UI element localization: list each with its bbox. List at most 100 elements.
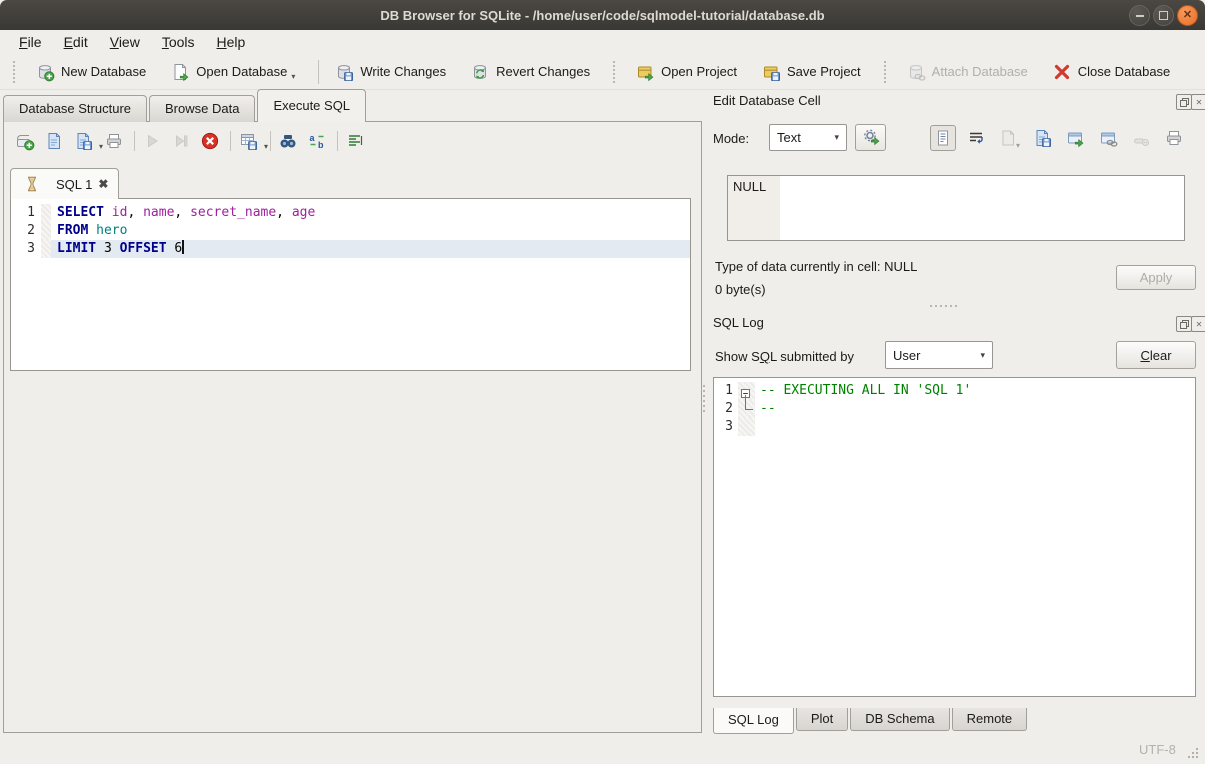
- import-data-icon[interactable]: ▾: [996, 125, 1022, 151]
- close-button[interactable]: ✕: [1177, 5, 1198, 26]
- cell-editor-area[interactable]: NULL: [727, 175, 1185, 241]
- sql-editor[interactable]: 1SELECT id, name, secret_name, age2FROM …: [10, 198, 691, 371]
- attach-database-button[interactable]: Attach Database: [898, 58, 1036, 86]
- line-number: 2: [714, 400, 738, 418]
- toolbar-drag-handle[interactable]: [884, 61, 891, 83]
- close-database-button[interactable]: Close Database: [1044, 58, 1179, 86]
- save-project-button[interactable]: Save Project: [753, 58, 869, 86]
- dock-splitter-handle[interactable]: [930, 305, 957, 307]
- cell-type-info: Type of data currently in cell: NULL: [715, 259, 917, 274]
- svg-text:a: a: [310, 133, 316, 143]
- code-text: LIMIT 3 OFFSET 6: [51, 240, 690, 258]
- chevron-down-icon[interactable]: ▾: [291, 72, 295, 82]
- close-database-label: Close Database: [1078, 64, 1171, 79]
- maximize-icon: [1159, 11, 1168, 20]
- menu-help[interactable]: Help: [206, 32, 257, 52]
- tab-browse-data[interactable]: Browse Data: [149, 95, 255, 122]
- attach-database-icon: [906, 62, 926, 82]
- execute-current-line-icon[interactable]: [170, 130, 192, 152]
- float-dock-icon[interactable]: [1176, 94, 1192, 110]
- text-mode-icon[interactable]: [930, 125, 956, 151]
- resize-grip[interactable]: [1186, 746, 1200, 760]
- log-filter-select[interactable]: User ▾: [885, 341, 993, 369]
- line-number: 1: [714, 382, 738, 400]
- sql-editor-tab[interactable]: SQL 1 ✖: [10, 168, 119, 199]
- save-project-label: Save Project: [787, 64, 861, 79]
- set-null-icon[interactable]: [1128, 125, 1154, 151]
- close-dock-icon[interactable]: ✕: [1191, 94, 1205, 110]
- revert-changes-label: Revert Changes: [496, 64, 590, 79]
- menu-edit[interactable]: Edit: [53, 32, 99, 52]
- open-project-label: Open Project: [661, 64, 737, 79]
- new-sql-tab-icon[interactable]: [14, 130, 36, 152]
- code-line: 3 LIMIT 3 OFFSET 6: [11, 240, 690, 258]
- cell-edit-field[interactable]: [780, 176, 1184, 240]
- save-results-icon[interactable]: [237, 130, 259, 152]
- execute-all-icon[interactable]: [141, 130, 163, 152]
- save-sql-file-icon[interactable]: [72, 130, 94, 152]
- tab-plot[interactable]: Plot: [796, 708, 848, 731]
- print-cell-icon[interactable]: [1161, 125, 1187, 151]
- find-replace-icon[interactable]: ab: [306, 130, 328, 152]
- mode-value: Text: [777, 130, 801, 145]
- open-database-button[interactable]: Open Database▾: [162, 58, 303, 86]
- minimize-button[interactable]: [1129, 5, 1150, 26]
- cell-editor-toolbar: ▾: [930, 125, 1187, 151]
- word-wrap-icon[interactable]: [963, 125, 989, 151]
- line-number: 3: [11, 240, 41, 258]
- stop-execution-icon[interactable]: [199, 130, 221, 152]
- revert-changes-button[interactable]: Revert Changes: [462, 58, 598, 86]
- print-sql-icon[interactable]: [103, 130, 125, 152]
- main-tab-bar: Database StructureBrowse DataExecute SQL: [3, 89, 368, 122]
- apply-button[interactable]: Apply: [1116, 265, 1196, 290]
- chevron-down-icon[interactable]: ▾: [264, 142, 268, 152]
- toolbar-drag-handle[interactable]: [613, 61, 620, 83]
- pane-splitter-handle[interactable]: [703, 385, 705, 412]
- log-text: --: [755, 400, 776, 418]
- tab-sql-log[interactable]: SQL Log: [713, 708, 794, 734]
- bottom-tab-bar: SQL LogPlotDB SchemaRemote: [713, 708, 1029, 734]
- toolbar-separator: [230, 131, 231, 151]
- window-controls: ✕: [1126, 5, 1198, 26]
- toolbar-drag-handle[interactable]: [13, 61, 20, 83]
- open-sql-file-icon[interactable]: [43, 130, 65, 152]
- cell-null-indicator: NULL: [728, 176, 780, 240]
- mode-select[interactable]: Text ▾: [769, 124, 847, 151]
- cell-size-info: 0 byte(s): [715, 282, 766, 297]
- find-icon[interactable]: [277, 130, 299, 152]
- open-project-button[interactable]: Open Project: [627, 58, 745, 86]
- tab-remote[interactable]: Remote: [952, 708, 1028, 731]
- clear-button[interactable]: Clear: [1116, 341, 1196, 369]
- log-line: 2 --: [714, 400, 1195, 418]
- maximize-button[interactable]: [1153, 5, 1174, 26]
- close-dock-icon[interactable]: ✕: [1191, 316, 1205, 332]
- open-project-icon: [635, 62, 655, 82]
- edit-cell-dock-title: Edit Database Cell: [713, 93, 821, 108]
- tab-db-schema[interactable]: DB Schema: [850, 708, 949, 731]
- open-database-icon: [170, 62, 190, 82]
- log-filter-value: User: [893, 348, 920, 363]
- menu-file[interactable]: File: [8, 32, 53, 52]
- copy-link-icon[interactable]: [1095, 125, 1121, 151]
- window-title: DB Browser for SQLite - /home/user/code/…: [380, 8, 824, 23]
- new-database-button[interactable]: New Database: [27, 58, 154, 86]
- svg-text:b: b: [318, 140, 324, 150]
- open-external-icon[interactable]: [1062, 125, 1088, 151]
- menu-view[interactable]: View: [99, 32, 151, 52]
- menu-tools[interactable]: Tools: [151, 32, 206, 52]
- attach-database-label: Attach Database: [932, 64, 1028, 79]
- tab-database-structure[interactable]: Database Structure: [3, 95, 147, 122]
- title-bar: DB Browser for SQLite - /home/user/code/…: [0, 0, 1205, 30]
- show-sql-label: Show SQL submitted by: [715, 349, 854, 364]
- chevron-down-icon: ▾: [834, 132, 839, 143]
- auto-format-icon[interactable]: [344, 130, 366, 152]
- close-tab-icon[interactable]: ✖: [98, 177, 108, 191]
- export-data-icon[interactable]: [1029, 125, 1055, 151]
- write-changes-button[interactable]: Write Changes: [326, 58, 454, 86]
- menu-bar: FileEditViewToolsHelp: [0, 30, 1205, 54]
- tab-execute-sql[interactable]: Execute SQL: [257, 89, 366, 122]
- sql-log-area[interactable]: 1-- EXECUTING ALL IN 'SQL 1'2--3: [713, 377, 1196, 697]
- float-dock-icon[interactable]: [1176, 316, 1192, 332]
- apply-mode-button[interactable]: [855, 124, 886, 151]
- log-line: 1-- EXECUTING ALL IN 'SQL 1': [714, 382, 1195, 400]
